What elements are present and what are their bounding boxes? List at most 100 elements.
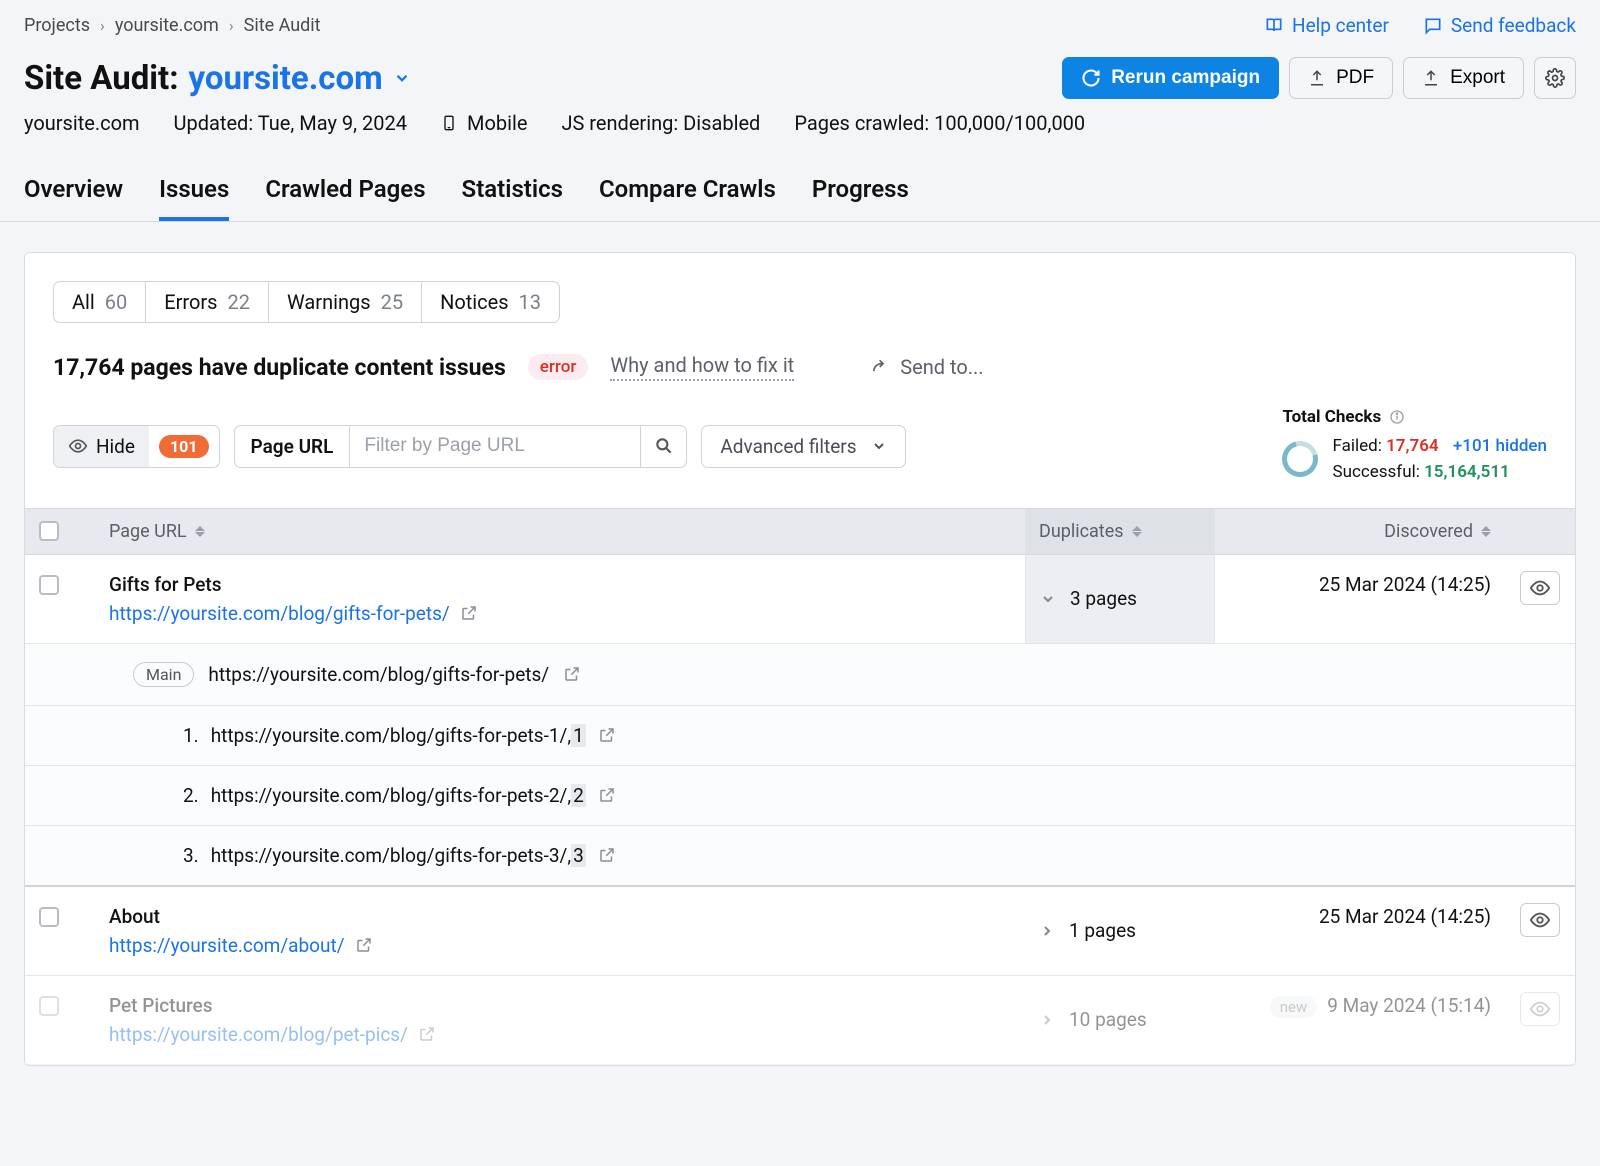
url-field-selector[interactable]: Page URL <box>235 426 351 467</box>
meta-mobile: Mobile <box>441 111 527 135</box>
eye-icon <box>1529 577 1551 599</box>
external-link-icon[interactable] <box>418 1025 436 1043</box>
column-page-url[interactable]: Page URL <box>95 509 1025 554</box>
select-all-checkbox[interactable] <box>39 521 59 541</box>
row-checkbox[interactable] <box>39 996 59 1016</box>
breadcrumb-projects[interactable]: Projects <box>24 15 90 36</box>
send-to-button[interactable]: Send to... <box>868 355 983 379</box>
tab-crawled-pages[interactable]: Crawled Pages <box>265 163 425 221</box>
send-feedback-link[interactable]: Send feedback <box>1423 14 1576 37</box>
meta-crawled: Pages crawled: 100,000/100,000 <box>794 111 1085 135</box>
table-row: About https://yoursite.com/about/ 1 page… <box>25 887 1575 976</box>
filter-errors[interactable]: Errors22 <box>146 282 269 322</box>
info-icon[interactable] <box>1389 409 1405 425</box>
chevron-right-icon: › <box>100 16 105 35</box>
tab-progress[interactable]: Progress <box>812 163 909 221</box>
why-fix-link[interactable]: Why and how to fix it <box>610 353 794 381</box>
duplicate-url-row: 1. https://yoursite.com/blog/gifts-for-p… <box>25 706 1575 766</box>
duplicates-cell[interactable]: 3 pages <box>1025 555 1215 643</box>
eye-icon <box>1529 909 1551 931</box>
duplicate-url-row: 2. https://yoursite.com/blog/gifts-for-p… <box>25 766 1575 826</box>
url-filter-input[interactable] <box>350 426 640 467</box>
row-title: Gifts for Pets <box>109 573 1011 596</box>
breadcrumb-domain[interactable]: yoursite.com <box>115 15 219 36</box>
settings-button[interactable] <box>1534 57 1576 99</box>
hidden-checks-link[interactable]: +101 hidden <box>1453 436 1547 456</box>
chevron-down-icon <box>871 438 887 454</box>
duplicates-cell[interactable]: 1 pages <box>1025 887 1215 975</box>
column-discovered[interactable]: Discovered <box>1215 509 1505 554</box>
row-title: About <box>109 905 1011 928</box>
progress-ring-icon <box>1276 435 1325 484</box>
chevron-right-icon <box>1039 1012 1055 1028</box>
refresh-icon <box>1081 68 1101 88</box>
chevron-down-icon <box>393 69 411 87</box>
row-checkbox[interactable] <box>39 575 59 595</box>
table-row: Pet Pictures https://yoursite.com/blog/p… <box>25 976 1575 1065</box>
meta-domain: yoursite.com <box>24 111 140 135</box>
row-url-link[interactable]: https://yoursite.com/about/ <box>109 934 1011 957</box>
row-url-link[interactable]: https://yoursite.com/blog/pet-pics/ <box>109 1023 1011 1046</box>
view-button[interactable] <box>1520 903 1560 937</box>
rerun-campaign-button[interactable]: Rerun campaign <box>1062 57 1279 99</box>
issue-title: 17,764 pages have duplicate content issu… <box>53 354 506 381</box>
tab-overview[interactable]: Overview <box>24 163 123 221</box>
breadcrumb: Projects › yoursite.com › Site Audit <box>24 15 321 36</box>
main-url-row: Main https://yoursite.com/blog/gifts-for… <box>25 644 1575 706</box>
eye-icon <box>68 436 88 456</box>
breadcrumb-section[interactable]: Site Audit <box>244 15 321 36</box>
view-button[interactable] <box>1520 571 1560 605</box>
row-url-link[interactable]: https://yoursite.com/blog/gifts-for-pets… <box>109 602 1011 625</box>
search-button[interactable] <box>640 426 686 467</box>
mobile-icon <box>441 112 457 134</box>
error-badge: error <box>528 354 589 380</box>
column-duplicates[interactable]: Duplicates <box>1025 509 1215 554</box>
arrow-right-icon <box>868 357 888 377</box>
external-link-icon[interactable] <box>355 936 373 954</box>
chevron-down-icon <box>1040 591 1056 607</box>
checks-successful: Successful: 15,164,511 <box>1332 459 1547 485</box>
row-title: Pet Pictures <box>109 994 1011 1017</box>
row-checkbox[interactable] <box>39 907 59 927</box>
meta-js: JS rendering: Disabled <box>561 111 760 135</box>
search-icon <box>654 436 674 456</box>
filter-warnings[interactable]: Warnings25 <box>269 282 422 322</box>
main-badge: Main <box>133 662 194 687</box>
total-checks-label: Total Checks <box>1282 407 1547 427</box>
chevron-right-icon: › <box>229 16 234 35</box>
tab-compare-crawls[interactable]: Compare Crawls <box>599 163 776 221</box>
duplicate-url-row: 3. https://yoursite.com/blog/gifts-for-p… <box>25 826 1575 887</box>
external-link-icon[interactable] <box>598 726 616 744</box>
advanced-filters-button[interactable]: Advanced filters <box>701 425 905 468</box>
filter-notices[interactable]: Notices13 <box>422 282 559 322</box>
filter-all[interactable]: All60 <box>54 282 146 322</box>
hide-count-badge: 101 <box>159 435 209 458</box>
new-badge: new <box>1270 996 1318 1018</box>
view-button[interactable] <box>1520 992 1560 1026</box>
checks-failed: Failed: 17,764 +101 hidden <box>1332 433 1547 459</box>
tab-statistics[interactable]: Statistics <box>462 163 563 221</box>
domain-selector[interactable]: yoursite.com <box>189 59 411 98</box>
discovered-cell: new9 May 2024 (15:14) <box>1215 976 1505 1064</box>
eye-icon <box>1529 998 1551 1020</box>
pdf-export-button[interactable]: PDF <box>1289 57 1393 99</box>
external-link-icon[interactable] <box>598 846 616 864</box>
gear-icon <box>1545 68 1565 88</box>
upload-icon <box>1308 69 1326 87</box>
external-link-icon[interactable] <box>563 665 581 683</box>
meta-updated: Updated: Tue, May 9, 2024 <box>174 111 407 135</box>
page-title: Site Audit: <box>24 59 179 98</box>
hide-button[interactable]: Hide 101 <box>53 425 220 468</box>
help-center-link[interactable]: Help center <box>1264 14 1389 37</box>
table-row: Gifts for Pets https://yoursite.com/blog… <box>25 555 1575 644</box>
chat-icon <box>1423 16 1443 36</box>
tab-issues[interactable]: Issues <box>159 163 229 221</box>
upload-icon <box>1422 69 1440 87</box>
export-button[interactable]: Export <box>1403 57 1524 99</box>
external-link-icon[interactable] <box>460 604 478 622</box>
discovered-cell: 25 Mar 2024 (14:25) <box>1215 555 1505 643</box>
duplicates-cell[interactable]: 10 pages <box>1025 976 1215 1064</box>
chevron-right-icon <box>1039 923 1055 939</box>
book-icon <box>1264 16 1284 36</box>
external-link-icon[interactable] <box>598 786 616 804</box>
